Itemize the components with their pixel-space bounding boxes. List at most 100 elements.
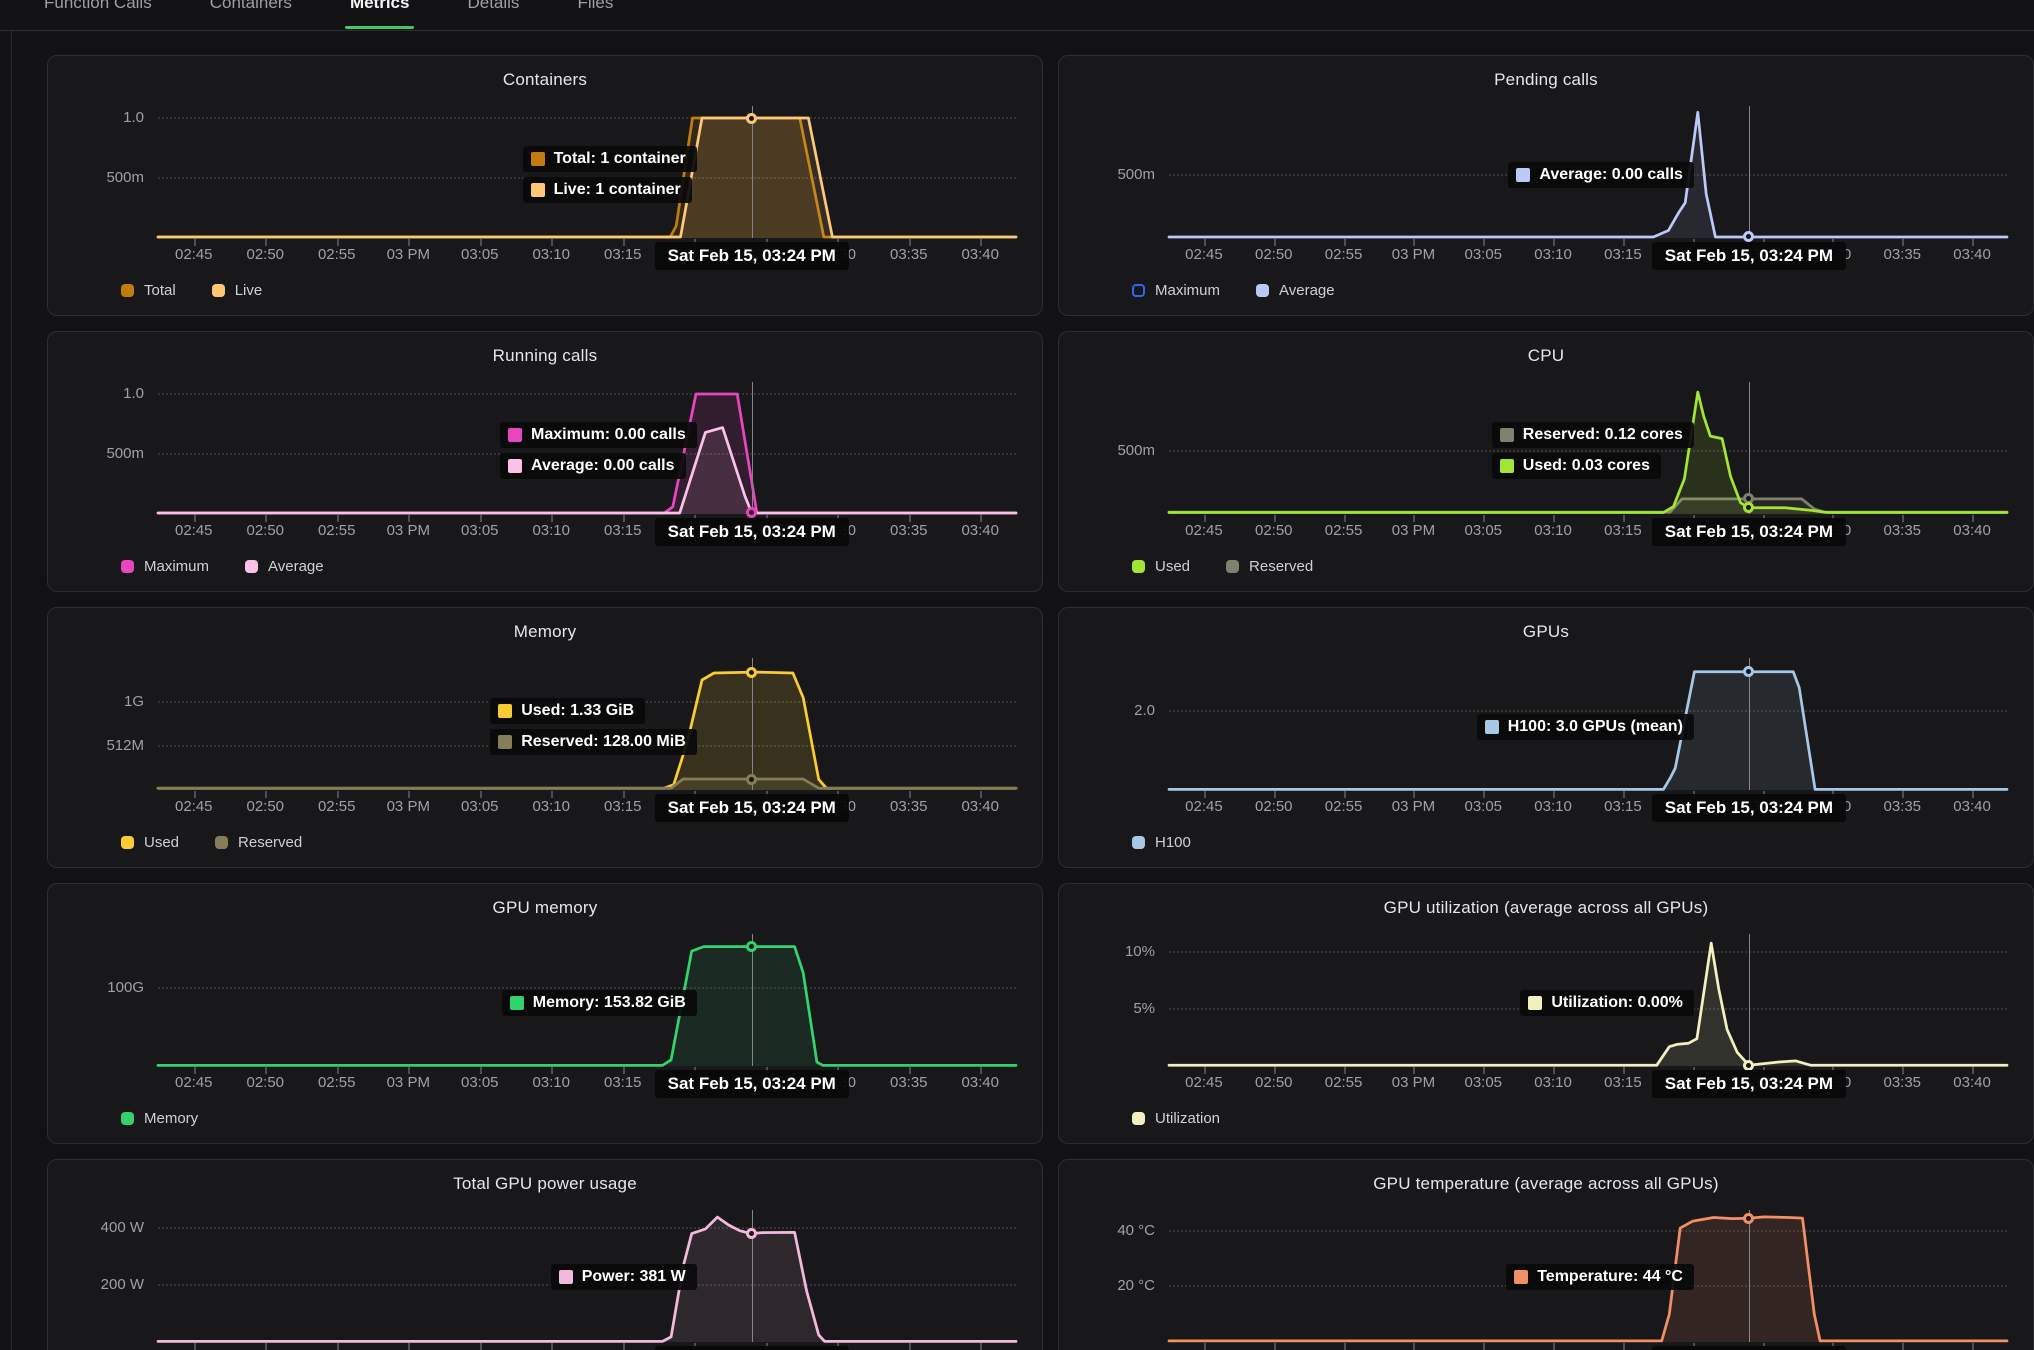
tooltip: Total: 1 containerLive: 1 container [523,146,697,203]
tooltip-text: H100: 3.0 GPUs (mean) [1508,718,1683,736]
data-point-marker [746,667,757,678]
tooltip-swatch [1500,459,1514,473]
tab-files[interactable]: Files [577,0,613,31]
tab-details[interactable]: Details [467,0,519,31]
chart-panel-pending-calls: Pending calls500m02:4502:5002:5503 PM03:… [1058,55,2034,316]
tooltip: Reserved: 0.12 coresUsed: 0.03 cores [1492,422,1694,479]
x-axis-label: 02:55 [1325,521,1363,541]
x-axis-label: 03:40 [1953,245,1991,265]
tooltip: H100: 3.0 GPUs (mean) [1477,714,1694,740]
crosshair-line [1749,934,1751,1066]
x-axis-label: 03:35 [1883,521,1921,541]
legend-swatch [1132,284,1145,297]
x-axis-label: 03:15 [1604,1073,1642,1093]
x-axis-label: 03:35 [890,797,928,817]
tooltip: Used: 1.33 GiBReserved: 128.00 MiB [490,698,697,755]
legend-label: Average [1279,282,1335,299]
tooltip-row: Average: 0.00 calls [500,453,686,479]
legend-item-used[interactable]: Used [121,834,179,851]
legend-label: Used [144,834,179,851]
chart-legend: Used Reserved [1132,558,1313,575]
y-axis-label: 512M [48,736,144,756]
tooltip-text: Memory: 153.82 GiB [533,994,686,1012]
x-axis-label: 03:15 [1604,797,1642,817]
x-axis-label: 02:45 [1185,245,1223,265]
tooltip-text: Maximum: 0.00 calls [531,426,686,444]
x-axis-label: 02:55 [1325,245,1363,265]
tab-label: Details [467,0,519,13]
x-axis-label: 02:45 [1185,797,1223,817]
legend-item-average[interactable]: Average [1256,282,1335,299]
x-axis-label: 02:55 [318,245,356,265]
legend-swatch [212,284,225,297]
crosshair-line [1749,106,1751,238]
tooltip-row: Live: 1 container [523,177,692,203]
x-axis-label: 03:35 [1883,797,1921,817]
x-axis-label: 02:55 [318,521,356,541]
x-axis-label: 03 PM [387,797,430,817]
legend-item-h100[interactable]: H100 [1132,834,1191,851]
content-left-border [11,31,12,1350]
legend-item-live[interactable]: Live [212,282,263,299]
legend-swatch [121,1112,134,1125]
legend-item-utilization[interactable]: Utilization [1132,1110,1220,1127]
chart-legend: Utilization [1132,1110,1220,1127]
legend-item-used[interactable]: Used [1132,558,1190,575]
legend-label: Total [144,282,176,299]
tab-label: Metrics [350,0,410,13]
y-axis-label: 10% [1059,942,1155,962]
x-axis-label: 02:45 [1185,1073,1223,1093]
legend-item-reserved[interactable]: Reserved [215,834,302,851]
chart-plot-area[interactable]: 10%5%02:4502:5002:5503 PM03:0503:1003:15… [1059,884,2033,1143]
x-axis-label: 03:15 [1604,245,1642,265]
tooltip-row: H100: 3.0 GPUs (mean) [1477,714,1694,740]
x-axis-label: 03:15 [604,797,642,817]
date-tooltip: Sat Feb 15, 03:24 PM [1652,242,1846,270]
chart-legend: H100 [1132,834,1191,851]
legend-label: Maximum [1155,282,1220,299]
x-axis-label: 03:05 [1464,1073,1502,1093]
legend-item-memory[interactable]: Memory [121,1110,198,1127]
chart-title: Total GPU power usage [48,1174,1042,1194]
chart-lines [48,1206,1042,1346]
x-axis-label: 03:05 [1464,797,1502,817]
y-axis-label: 1.0 [48,384,144,404]
chart-title: GPUs [1059,622,2033,642]
chart-plot-area[interactable]: 100G02:4502:5002:5503 PM03:0503:1003:150… [48,884,1042,1143]
legend-swatch [245,560,258,573]
tab-containers[interactable]: Containers [210,0,292,31]
chart-title: Containers [48,70,1042,90]
legend-item-reserved[interactable]: Reserved [1226,558,1313,575]
y-axis-label: 1G [48,692,144,712]
chart-plot-area[interactable]: 1.0500m02:4502:5002:5503 PM03:0503:1003:… [48,332,1042,591]
legend-item-average[interactable]: Average [245,558,324,575]
x-axis-label: 02:50 [246,245,284,265]
chart-title: CPU [1059,346,2033,366]
tab-metrics[interactable]: Metrics [350,0,410,31]
x-axis-label: 02:50 [1255,1073,1293,1093]
legend-swatch [121,284,134,297]
chart-plot-area[interactable]: 500m02:4502:5002:5503 PM03:0503:1003:150… [1059,56,2033,315]
chart-panel-cpu: CPU500m02:4502:5002:5503 PM03:0503:1003:… [1058,331,2034,592]
x-axis-label: 03:15 [604,1073,642,1093]
chart-plot-area[interactable]: 1G512M02:4502:5002:5503 PM03:0503:1003:1… [48,608,1042,867]
x-axis-label: 03:10 [532,1073,570,1093]
legend-item-total[interactable]: Total [121,282,176,299]
chart-legend: Maximum Average [121,558,324,575]
x-axis-label: 03:10 [532,521,570,541]
tooltip: Power: 381 W [551,1264,697,1290]
chart-plot-area[interactable]: 2.002:4502:5002:5503 PM03:0503:1003:1503… [1059,608,2033,867]
legend-item-maximum[interactable]: Maximum [121,558,209,575]
tab-function-calls[interactable]: Function Calls [44,0,152,31]
legend-item-maximum[interactable]: Maximum [1132,282,1220,299]
chart-panel-total-gpu-power-usage: Total GPU power usage400 W200 W02:4502:5… [47,1159,1043,1350]
chart-plot-area[interactable]: 1.0500m02:4502:5002:5503 PM03:0503:1003:… [48,56,1042,315]
y-axis-label: 500m [1059,165,1155,185]
chart-plot-area[interactable]: 500m02:4502:5002:5503 PM03:0503:1003:150… [1059,332,2033,591]
legend-label: Reserved [1249,558,1313,575]
x-axis-label: 02:50 [246,797,284,817]
tooltip-row: Temperature: 44 °C [1506,1264,1694,1290]
data-point-marker [746,507,757,518]
y-axis-label: 400 W [48,1218,144,1238]
x-axis-label: 02:55 [1325,797,1363,817]
